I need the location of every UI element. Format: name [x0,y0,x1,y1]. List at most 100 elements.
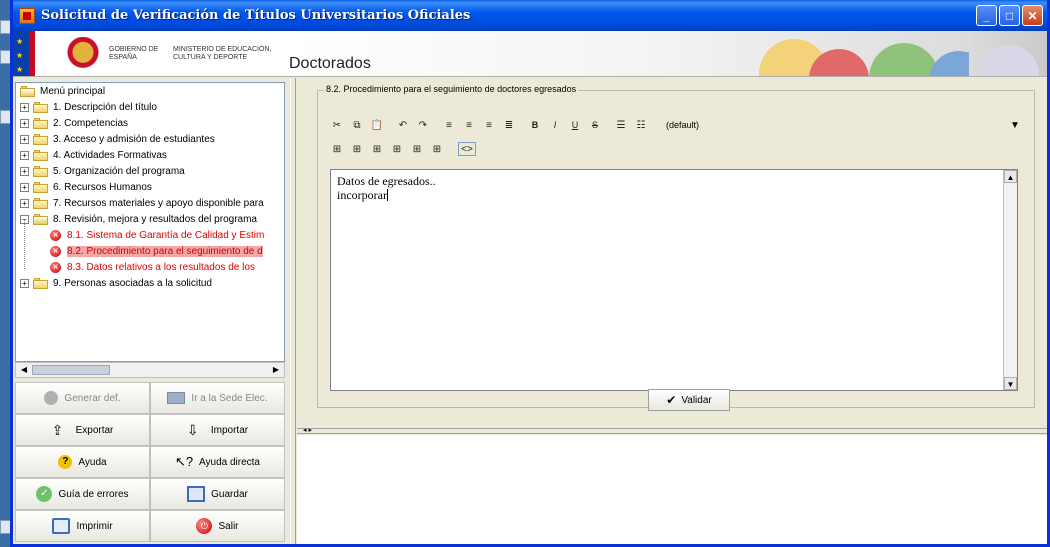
window-title: Solicitud de Verificación de Títulos Uni… [41,8,471,23]
table-insert-icon[interactable]: ⊞ [390,142,404,156]
scroll-right-icon[interactable]: ▶ [269,364,283,376]
expand-icon[interactable]: + [20,118,29,128]
ayuda-directa-button[interactable]: ↖? Ayuda directa [150,446,285,478]
align-left-icon[interactable]: ≡ [442,118,456,132]
tree-item-descripcion[interactable]: + 1. Descripción del título [16,99,284,115]
chevron-down-icon[interactable]: ▼ [1010,120,1020,131]
scroll-left-icon[interactable]: ◀ [17,364,31,376]
editor-toolbar: ✂ ⧉ 📋 ↶ ↷ ≡ ≡ ≡ ≣ B I U S ☰ ☷ (default) … [330,115,1030,163]
rich-text-editor[interactable]: Datos de egresados.. incorporar ▲ ▼ [330,169,1018,391]
editor-vertical-scrollbar[interactable]: ▲ ▼ [1003,170,1017,390]
tree-item-8-2[interactable]: ✕ 8.2. Procedimiento para el seguimiento… [16,243,284,259]
title-bar[interactable]: Solicitud de Verificación de Títulos Uni… [13,0,1047,31]
font-select[interactable]: (default) ▼ [662,116,1020,134]
scroll-thumb[interactable] [32,365,110,375]
font-select-value: (default) [666,120,700,130]
minimize-button[interactable]: _ [976,5,997,26]
align-justify-icon[interactable]: ≣ [502,118,516,132]
bold-icon[interactable]: B [528,118,542,132]
tree-item-organizacion[interactable]: + 5. Organización del programa [16,163,284,179]
align-center-icon[interactable]: ≡ [462,118,476,132]
scroll-up-icon[interactable]: ▲ [1004,170,1017,183]
horizontal-splitter[interactable]: ◂ ▸ [297,426,1047,434]
expand-icon[interactable]: + [20,182,29,192]
table-merge-icon[interactable]: ⊞ [430,142,444,156]
strikethrough-icon[interactable]: S [588,118,602,132]
tree-root[interactable]: Menú principal [16,83,284,99]
sede-electronica-button[interactable]: Ir a la Sede Elec. [150,382,285,414]
table-column-icon[interactable]: ⊞ [370,142,384,156]
maximize-button[interactable]: □ [999,5,1020,26]
ministry-label: Ministerio de Educación, Cultura y Depor… [173,46,272,61]
button-label: Importar [210,424,249,436]
vertical-splitter[interactable] [290,78,296,544]
table-delete-icon[interactable]: ⊞ [410,142,424,156]
tree-item-label: 8.1. Sistema de Garantía de Calidad y Es… [67,229,265,241]
button-label: Ayuda directa [199,456,260,468]
copy-icon[interactable]: ⧉ [350,118,364,132]
guardar-button[interactable]: Guardar [150,478,285,510]
printer-icon [52,518,71,534]
align-right-icon[interactable]: ≡ [482,118,496,132]
window-controls: _ □ ✕ [976,5,1043,26]
ayuda-button[interactable]: ? Ayuda [15,446,150,478]
tree-item-label: 5. Organización del programa [53,165,185,177]
bottom-panel [297,435,1047,544]
table-icon[interactable]: ⊞ [330,142,344,156]
help-icon: ? [58,455,73,469]
guia-errores-button[interactable]: ✓ Guía de errores [15,478,150,510]
italic-icon[interactable]: I [548,118,562,132]
splitter-arrows-icon[interactable]: ◂ ▸ [303,426,312,434]
folder-icon [33,165,48,177]
page-title: Doctorados [289,55,371,72]
government-label: Gobierno de España [109,46,159,61]
tree-item-acceso[interactable]: + 3. Acceso y admisión de estudiantes [16,131,284,147]
content-pane: 8.2. Procedimiento para el seguimiento d… [297,78,1047,544]
undo-icon[interactable]: ↶ [396,118,410,132]
checkmark-icon: ✔ [666,393,677,407]
menu-tree[interactable]: Menú principal + 1. Descripción del títu… [15,82,285,362]
expand-icon[interactable]: + [20,278,29,288]
tree-item-personas[interactable]: + 9. Personas asociadas a la solicitud [16,275,284,291]
exportar-button[interactable]: ⇪ Exportar [15,414,150,446]
expand-icon[interactable]: + [20,150,29,160]
tree-item-8-3[interactable]: ✕ 8.3. Datos relativos a los resultados … [16,259,284,275]
tree-item-actividades[interactable]: + 4. Actividades Formativas [16,147,284,163]
table-row-icon[interactable]: ⊞ [350,142,364,156]
tree-item-label: 9. Personas asociadas a la solicitud [53,277,212,289]
tree-item-recursos-humanos[interactable]: + 6. Recursos Humanos [16,179,284,195]
folder-open-icon [33,213,48,225]
folder-open-icon [20,85,35,97]
tree-item-label: 2. Competencias [53,117,129,129]
tree-item-recursos-materiales[interactable]: + 7. Recursos materiales y apoyo disponi… [16,195,284,211]
tree-item-revision[interactable]: − 8. Revisión, mejora y resultados del p… [16,211,284,227]
paste-icon[interactable]: 📋 [370,118,384,132]
bullet-list-icon[interactable]: ☰ [614,118,628,132]
expand-icon[interactable]: + [20,198,29,208]
folder-icon [33,277,48,289]
scroll-down-icon[interactable]: ▼ [1004,377,1017,390]
html-source-icon[interactable]: <> [458,142,476,156]
redo-icon[interactable]: ↷ [416,118,430,132]
imprimir-button[interactable]: Imprimir [15,510,150,542]
tree-horizontal-scrollbar[interactable]: ◀ ▶ [15,362,285,378]
numbered-list-icon[interactable]: ☷ [634,118,648,132]
expand-icon[interactable]: + [20,134,29,144]
importar-button[interactable]: ⇩ Importar [150,414,285,446]
tree-item-competencias[interactable]: + 2. Competencias [16,115,284,131]
tree-item-label: 8.2. Procedimiento para el seguimiento d… [67,245,263,257]
button-label: Salir [218,520,239,532]
cut-icon[interactable]: ✂ [330,118,344,132]
decoration-figure-icon [869,43,939,76]
salir-button[interactable]: ⏻ Salir [150,510,285,542]
section-title: 8.2. Procedimiento para el seguimiento d… [324,84,579,94]
close-button[interactable]: ✕ [1022,5,1043,26]
tree-item-8-1[interactable]: ✕ 8.1. Sistema de Garantía de Calidad y … [16,227,284,243]
underline-icon[interactable]: U [568,118,582,132]
expand-icon[interactable]: + [20,102,29,112]
generar-definitiva-button[interactable]: Generar def. [15,382,150,414]
validar-button[interactable]: ✔ Validar [648,389,730,411]
tree-item-label: 8. Revisión, mejora y resultados del pro… [53,213,257,225]
header-banner: ★ ★ ★ Gobierno de España Ministerio de E… [13,31,1047,77]
expand-icon[interactable]: + [20,166,29,176]
